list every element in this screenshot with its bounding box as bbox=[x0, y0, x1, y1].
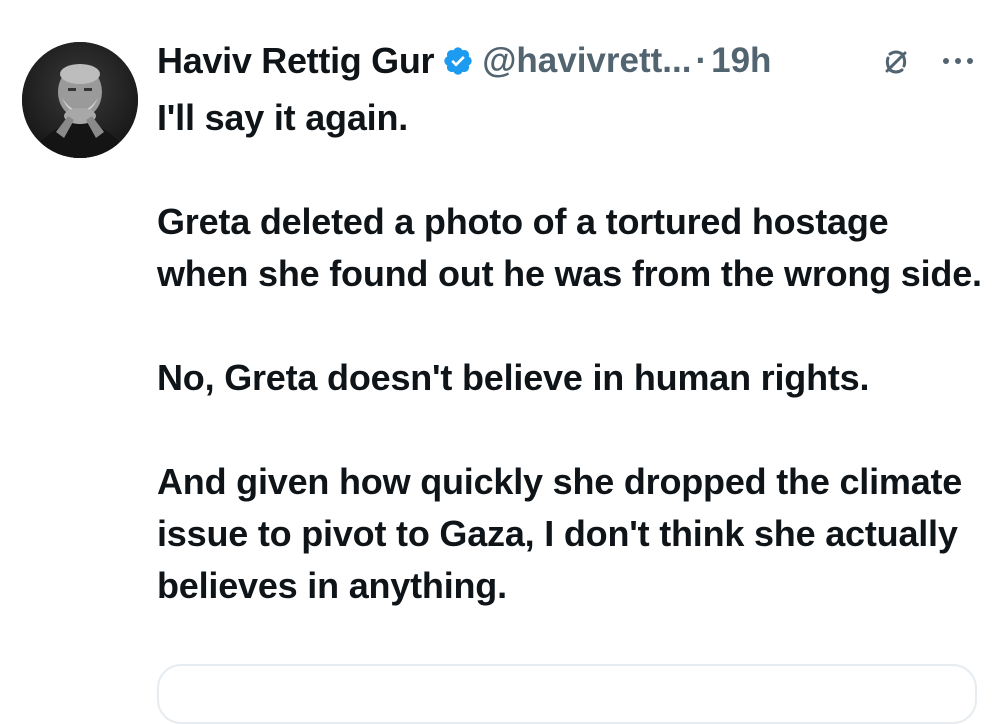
tweet: Haviv Rettig Gur @havivrett... · 19h I'l… bbox=[0, 0, 1000, 724]
tweet-paragraph: I'll say it again. bbox=[157, 97, 409, 138]
tweet-text: I'll say it again. Greta deleted a photo… bbox=[157, 92, 987, 664]
tweet-timestamp[interactable]: 19h bbox=[711, 41, 771, 81]
more-options-icon[interactable] bbox=[940, 46, 976, 76]
header-separator: · bbox=[695, 41, 708, 80]
tweet-paragraph: Greta deleted a photo of a tortured host… bbox=[157, 201, 982, 294]
tweet-paragraph: No, Greta doesn't believe in human right… bbox=[157, 357, 870, 398]
author-avatar[interactable] bbox=[22, 42, 138, 158]
tweet-paragraph: And given how quickly she dropped the cl… bbox=[157, 461, 963, 606]
tweet-header: Haviv Rettig Gur @havivrett... · 19h bbox=[157, 38, 771, 84]
author-name[interactable]: Haviv Rettig Gur bbox=[157, 40, 435, 82]
author-handle[interactable]: @havivrett... bbox=[482, 41, 691, 81]
grok-icon[interactable] bbox=[878, 44, 914, 80]
embedded-card[interactable] bbox=[157, 664, 977, 724]
avatar-photo bbox=[22, 42, 138, 158]
verified-badge-icon bbox=[442, 45, 474, 77]
